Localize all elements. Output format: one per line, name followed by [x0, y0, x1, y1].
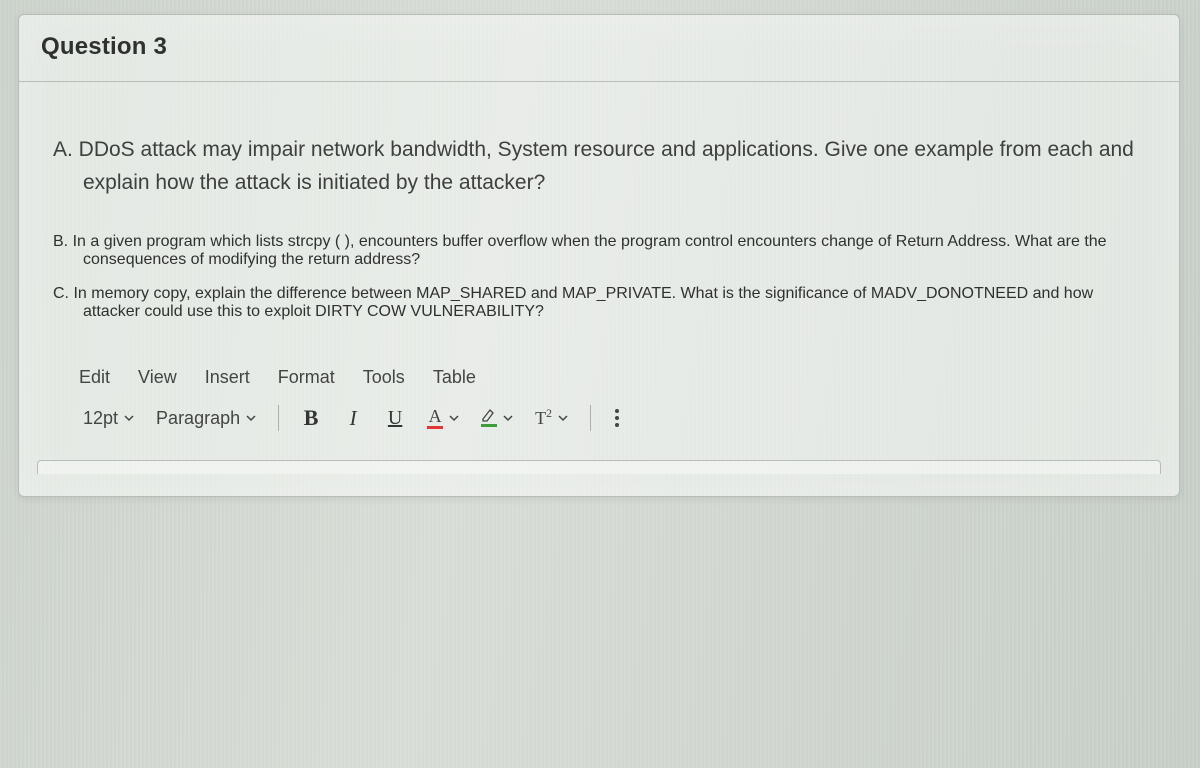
underline-button[interactable]: U	[381, 404, 409, 432]
chevron-down-icon	[503, 413, 513, 423]
superscript-dropdown[interactable]: T2	[531, 405, 572, 431]
answer-textarea[interactable]	[37, 460, 1161, 474]
question-title: Question 3	[41, 33, 1157, 61]
question-part-b: B. In a given program which lists strcpy…	[53, 233, 1145, 269]
question-part-c-text: C. In memory copy, explain the differenc…	[53, 285, 1145, 321]
chevron-down-icon	[246, 413, 256, 423]
rich-text-editor: Edit View Insert Format Tools Table 12pt	[71, 363, 1127, 450]
menu-table[interactable]: Table	[433, 367, 476, 388]
question-part-a: A. DDoS attack may impair network bandwi…	[53, 134, 1145, 199]
question-part-a-text: A. DDoS attack may impair network bandwi…	[53, 134, 1145, 199]
editor-menubar: Edit View Insert Format Tools Table	[71, 363, 1127, 402]
bold-button[interactable]: B	[297, 404, 325, 432]
italic-button[interactable]: I	[339, 404, 367, 432]
more-options-button[interactable]	[609, 405, 625, 431]
toolbar-separator	[278, 405, 279, 431]
block-format-dropdown[interactable]: Paragraph	[152, 406, 260, 431]
menu-tools[interactable]: Tools	[363, 367, 405, 388]
superscript-icon: T2	[535, 407, 552, 429]
menu-insert[interactable]: Insert	[205, 367, 250, 388]
question-card: Question 3 A. DDoS attack may impair net…	[18, 14, 1180, 497]
question-part-c: C. In memory copy, explain the differenc…	[53, 285, 1145, 321]
font-size-value: 12pt	[83, 408, 118, 429]
editor-toolbar: 12pt Paragraph B I U	[71, 402, 1127, 450]
highlight-color-dropdown[interactable]	[477, 407, 517, 429]
menu-format[interactable]: Format	[278, 367, 335, 388]
chevron-down-icon	[449, 413, 459, 423]
question-body: A. DDoS attack may impair network bandwi…	[19, 82, 1179, 460]
highlighter-icon	[481, 409, 497, 427]
text-color-icon: A	[427, 407, 443, 429]
block-format-value: Paragraph	[156, 408, 240, 429]
menu-view[interactable]: View	[138, 367, 177, 388]
chevron-down-icon	[558, 413, 568, 423]
text-color-dropdown[interactable]: A	[423, 405, 463, 431]
font-size-dropdown[interactable]: 12pt	[79, 406, 138, 431]
question-header: Question 3	[19, 15, 1179, 82]
menu-edit[interactable]: Edit	[79, 367, 110, 388]
toolbar-separator	[590, 405, 591, 431]
question-part-b-text: B. In a given program which lists strcpy…	[53, 233, 1145, 269]
chevron-down-icon	[124, 413, 134, 423]
